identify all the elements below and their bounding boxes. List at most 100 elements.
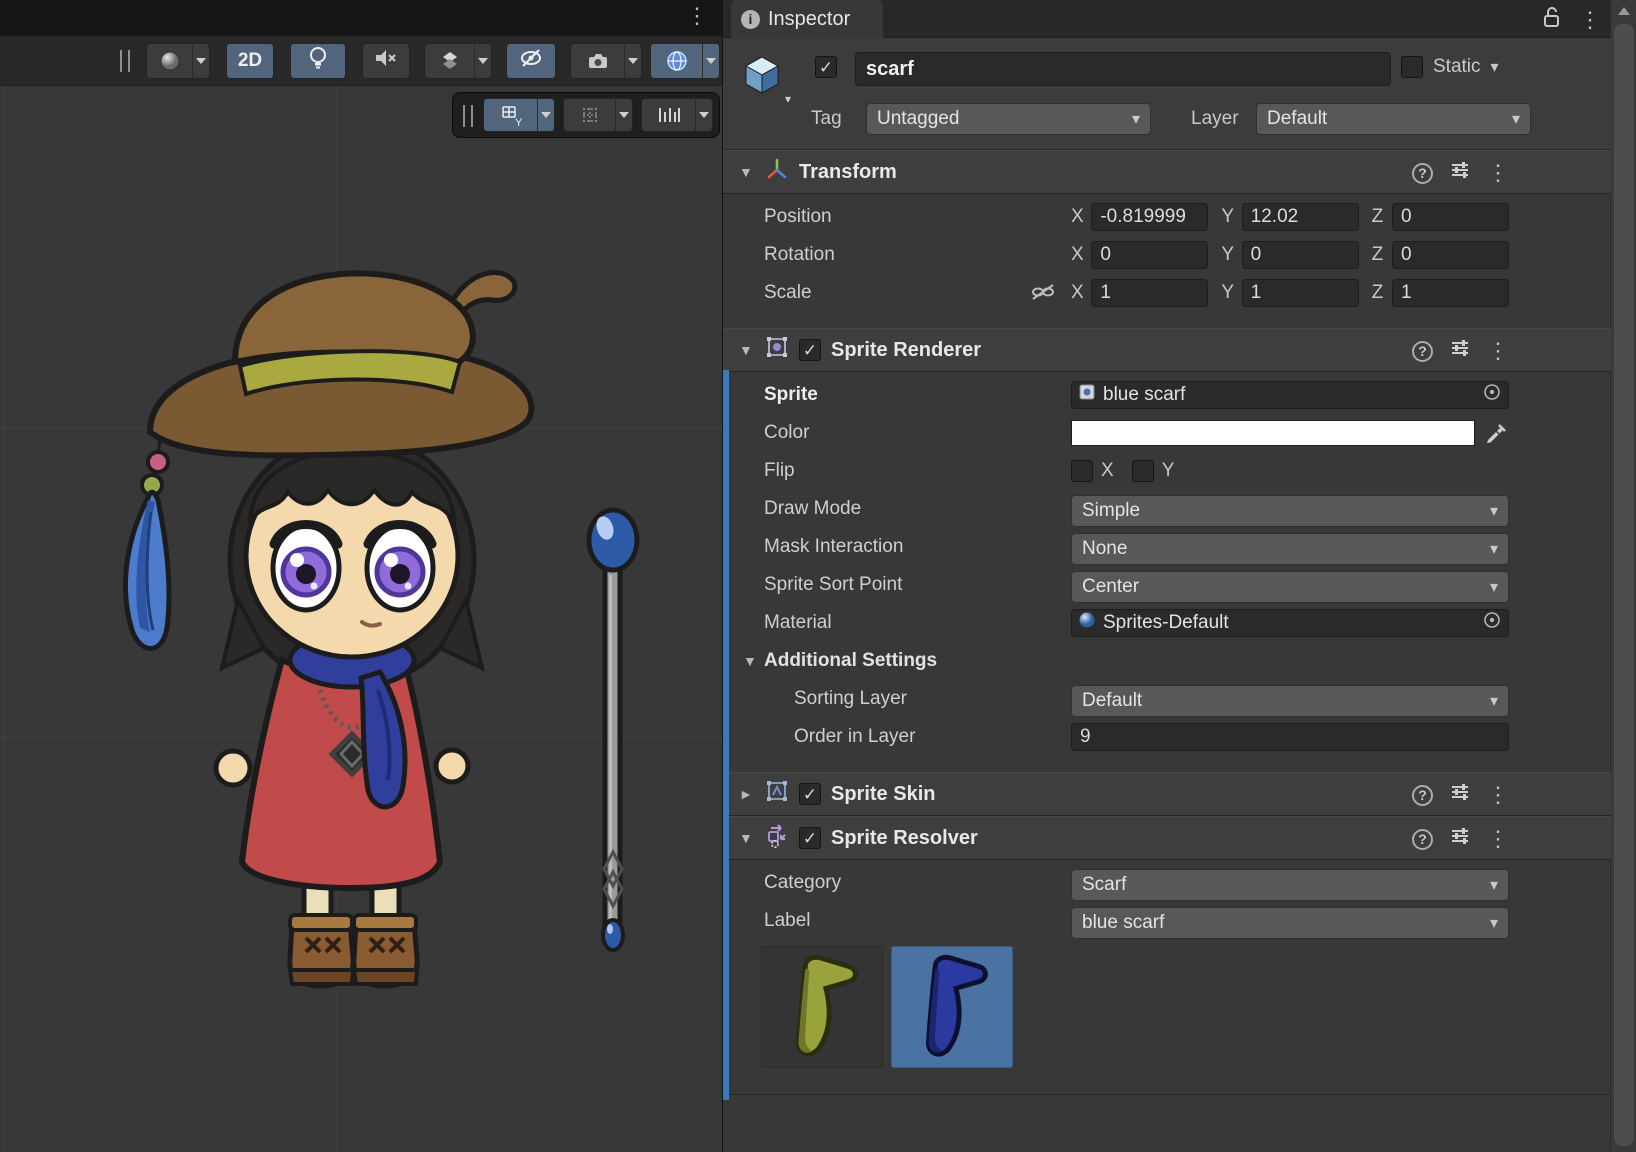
- gizmos-button[interactable]: [650, 43, 720, 79]
- category-label: Category: [764, 872, 841, 894]
- position-z-field[interactable]: [1392, 203, 1509, 231]
- layer-dropdown[interactable]: Default ▾: [1256, 103, 1531, 135]
- static-dropdown-icon[interactable]: ▾: [1491, 57, 1499, 77]
- character-sprite[interactable]: [125, 272, 531, 986]
- gameobject-cube-icon[interactable]: ▾: [739, 52, 785, 104]
- component-menu-icon[interactable]: ⋮: [1487, 828, 1509, 850]
- chevron-down-icon[interactable]: [192, 44, 209, 78]
- gameobject-name-input[interactable]: [855, 52, 1391, 86]
- chevron-down-icon[interactable]: [695, 99, 712, 131]
- grid-toolbar: Y: [452, 92, 720, 138]
- sprite-object-field[interactable]: blue scarf: [1071, 381, 1509, 409]
- scene-menu-icon[interactable]: ⋮: [686, 5, 708, 27]
- scroll-up-arrow[interactable]: [1618, 7, 1630, 15]
- visibility-toggle-button[interactable]: [506, 43, 556, 79]
- order-in-layer-field[interactable]: [1071, 723, 1509, 751]
- sprite-renderer-header[interactable]: ▼ ✓ Sprite Renderer ? ⋮: [723, 328, 1611, 372]
- static-checkbox[interactable]: [1401, 56, 1423, 78]
- rotation-x-field[interactable]: [1091, 241, 1208, 269]
- flip-y-checkbox[interactable]: [1132, 460, 1154, 482]
- scene-view[interactable]: ⋮ 2D: [0, 0, 722, 1152]
- sprite-skin-header[interactable]: ► ✓ Sprite Skin ? ⋮: [723, 772, 1611, 816]
- flip-x-checkbox[interactable]: [1071, 460, 1093, 482]
- help-icon[interactable]: ?: [1412, 341, 1433, 362]
- camera-button[interactable]: [570, 43, 642, 79]
- lighting-toggle-button[interactable]: [290, 43, 346, 79]
- inspector-menu-icon[interactable]: ⋮: [1579, 9, 1601, 31]
- effects-button[interactable]: [424, 43, 492, 79]
- material-object-field[interactable]: Sprites-Default: [1071, 609, 1509, 637]
- object-picker-icon[interactable]: [1482, 382, 1502, 408]
- inspector-scrollbar[interactable]: [1610, 0, 1636, 1152]
- lock-icon[interactable]: [1541, 6, 1561, 34]
- static-label: Static: [1433, 56, 1481, 78]
- foldout-closed-icon[interactable]: ►: [739, 786, 755, 802]
- inspector-tabbar: i Inspector ⋮: [723, 0, 1636, 38]
- category-dropdown[interactable]: Scarf ▾: [1071, 869, 1509, 901]
- position-y-field[interactable]: [1242, 203, 1359, 231]
- draw-mode-dropdown[interactable]: Simple ▾: [1071, 495, 1509, 527]
- position-x-field[interactable]: [1091, 203, 1208, 231]
- scale-y-field[interactable]: [1242, 279, 1359, 307]
- foldout-open-icon[interactable]: ▼: [739, 164, 755, 180]
- component-menu-icon[interactable]: ⋮: [1487, 162, 1509, 184]
- sort-point-dropdown[interactable]: Center ▾: [1071, 571, 1509, 603]
- chevron-down-icon[interactable]: [624, 44, 641, 78]
- check-icon: ✓: [803, 830, 817, 847]
- presets-icon[interactable]: [1450, 826, 1470, 852]
- object-picker-icon[interactable]: [1482, 610, 1502, 636]
- eyedropper-icon[interactable]: [1483, 421, 1507, 451]
- foldout-open-icon[interactable]: ▼: [739, 342, 755, 358]
- component-menu-icon[interactable]: ⋮: [1487, 340, 1509, 362]
- sprite-thumb-blue-scarf[interactable]: [891, 946, 1013, 1068]
- tag-dropdown[interactable]: Untagged ▾: [866, 103, 1151, 135]
- toolbar-drag-handle[interactable]: [120, 50, 130, 72]
- foldout-open-icon[interactable]: ▼: [743, 653, 759, 669]
- gameobject-enabled-checkbox[interactable]: ✓: [815, 56, 837, 78]
- 2d-toggle-button[interactable]: 2D: [226, 43, 274, 79]
- scale-x-field[interactable]: [1091, 279, 1208, 307]
- chevron-down-icon[interactable]: [537, 99, 554, 131]
- scene-canvas[interactable]: [0, 0, 722, 1152]
- transform-header[interactable]: ▼ Transform ? ⋮: [723, 150, 1611, 194]
- audio-toggle-button[interactable]: [362, 43, 410, 79]
- tab-inspector[interactable]: i Inspector: [731, 0, 883, 38]
- chevron-down-icon[interactable]: [702, 44, 719, 78]
- help-icon[interactable]: ?: [1412, 829, 1433, 850]
- chevron-down-icon[interactable]: [615, 99, 632, 131]
- label-dropdown[interactable]: blue scarf ▾: [1071, 907, 1509, 939]
- grid-snap-button[interactable]: [563, 98, 633, 132]
- axis-y-label: Y: [1221, 206, 1241, 228]
- scale-z-field[interactable]: [1392, 279, 1509, 307]
- sprite-thumb-yellow-scarf[interactable]: [761, 946, 883, 1068]
- foldout-open-icon[interactable]: ▼: [739, 830, 755, 846]
- presets-icon[interactable]: [1450, 338, 1470, 364]
- draw-mode-button[interactable]: [146, 43, 210, 79]
- grid-toolbar-handle[interactable]: [463, 105, 473, 127]
- rotation-z-field[interactable]: [1392, 241, 1509, 269]
- sprite-renderer-enabled-checkbox[interactable]: ✓: [799, 339, 821, 361]
- additional-settings-row[interactable]: ▼ Additional Settings: [723, 642, 1611, 680]
- tab-label: Inspector: [768, 8, 850, 31]
- component-menu-icon[interactable]: ⋮: [1487, 784, 1509, 806]
- lightbulb-icon: [307, 46, 329, 76]
- snap-increment-button[interactable]: [641, 98, 713, 132]
- color-swatch[interactable]: [1071, 420, 1475, 446]
- rotation-y-field[interactable]: [1242, 241, 1359, 269]
- color-row: Color: [723, 414, 1611, 452]
- presets-icon[interactable]: [1450, 160, 1470, 186]
- sorting-layer-dropdown[interactable]: Default ▾: [1071, 685, 1509, 717]
- unlink-scale-icon[interactable]: [1031, 284, 1055, 306]
- grid-axis-button[interactable]: Y: [483, 98, 555, 132]
- staff-sprite[interactable]: [589, 510, 637, 950]
- help-icon[interactable]: ?: [1412, 163, 1433, 184]
- help-icon[interactable]: ?: [1412, 785, 1433, 806]
- chevron-down-icon[interactable]: [474, 44, 491, 78]
- mask-interaction-dropdown[interactable]: None ▾: [1071, 533, 1509, 565]
- presets-icon[interactable]: [1450, 782, 1470, 808]
- sprite-resolver-enabled-checkbox[interactable]: ✓: [799, 827, 821, 849]
- sprite-skin-enabled-checkbox[interactable]: ✓: [799, 783, 821, 805]
- draw-mode-value: Simple: [1082, 500, 1140, 522]
- scroll-thumb[interactable]: [1614, 24, 1634, 1146]
- sprite-resolver-header[interactable]: ▼ ✓ Sprite Resolver ? ⋮: [723, 816, 1611, 860]
